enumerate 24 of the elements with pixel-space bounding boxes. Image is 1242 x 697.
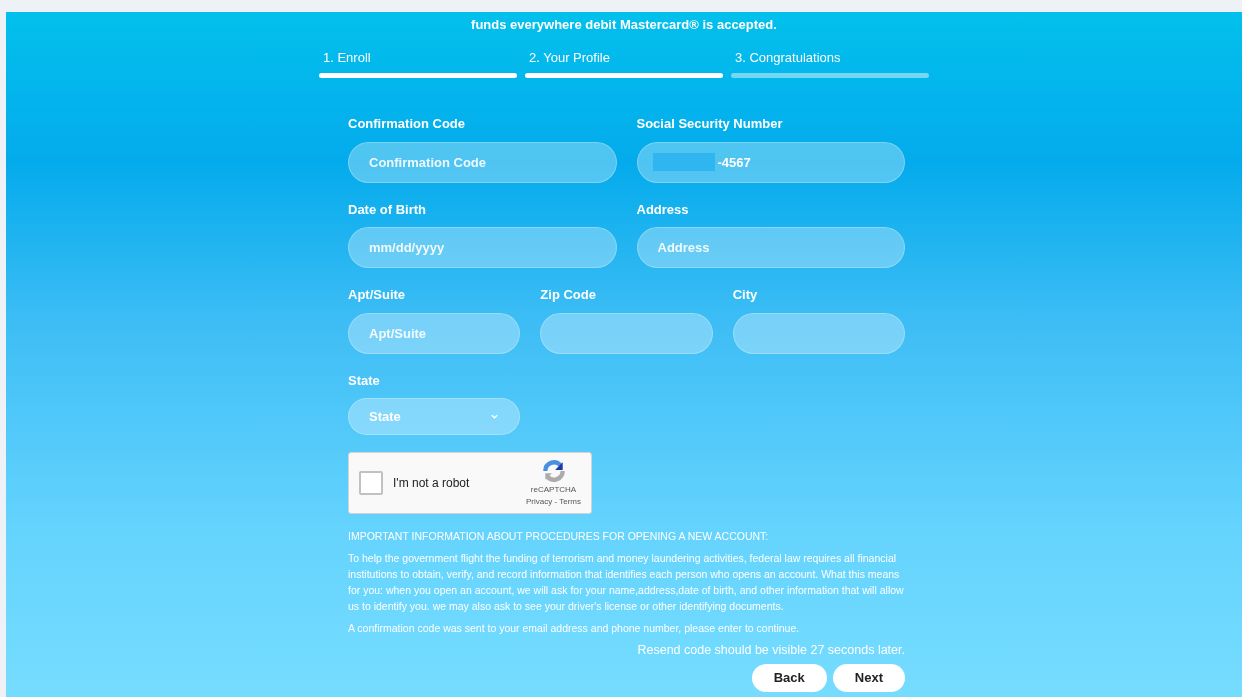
notice-heading: IMPORTANT INFORMATION ABOUT PROCEDURES FOR OPENING A NEW ACCOUNT: xyxy=(348,529,770,544)
field-label: Confirmation Code xyxy=(348,115,466,133)
nav-button[interactable]: Back xyxy=(751,664,827,692)
checkbox[interactable] xyxy=(359,471,383,495)
field-label: Date of Birth xyxy=(348,200,427,219)
intro-text: funds everywhere debit Mastercard® is accepted. xyxy=(470,16,778,34)
step-label: 3. Congratulations xyxy=(735,48,842,67)
recaptcha-brand-text: reCAPTCHA xyxy=(530,484,577,496)
step-label: 2. Your Profile xyxy=(529,48,611,67)
resend-countdown-text: Resend code should be visible 27 seconds later. xyxy=(636,642,905,658)
recaptcha-logo-icon xyxy=(540,458,567,484)
code-sent-message: A confirmation code was sent to your email address and phone number, please enter to continue. xyxy=(348,621,801,636)
caret-icon xyxy=(490,412,499,421)
field-label: Social Security Number xyxy=(636,115,784,133)
field-label: Address xyxy=(636,200,690,219)
nav-button[interactable]: Next xyxy=(832,664,905,692)
field-label: Zip Code xyxy=(540,286,597,304)
field-label: Apt/Suite xyxy=(348,286,407,304)
field-label: City xyxy=(732,286,759,304)
step-label: 1. Enroll xyxy=(323,48,372,67)
privacy-terms-links[interactable]: Privacy - Terms xyxy=(526,496,581,508)
notice-paragraph: To help the government flight the funding of terrorism and money laundering activities, federal law requires all financial institutions to obtain, verify, and record information that identifies each person who opens an account. What this means for you: when you open an account, we will ask for your name,address,date of birth, and other information that will allow us to identify you. we may also ask to see your driver's license or other identifying documents. xyxy=(348,551,905,614)
field-label: State xyxy=(348,371,381,390)
captcha-label: I'm not a robot xyxy=(393,475,470,492)
